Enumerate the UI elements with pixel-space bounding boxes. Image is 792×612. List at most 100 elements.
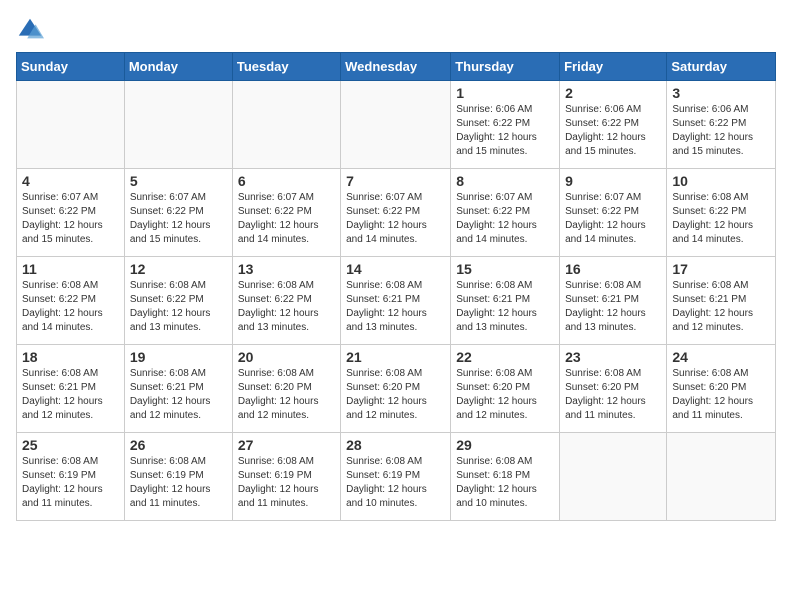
- calendar-cell: 26 Sunrise: 6:08 AM Sunset: 6:19 PM Dayli…: [124, 433, 232, 521]
- calendar-cell: 6Sunrise: 6:07 AM Sunset: 6:22 PM Daylig…: [232, 169, 340, 257]
- day-number: 19: [130, 349, 227, 365]
- calendar-cell: 5 Sunrise: 6:07 AM Sunset: 6:22 PM Daylig…: [124, 169, 232, 257]
- day-info: Sunrise: 6:07 AM Sunset: 6:22 PM Dayligh…: [346, 191, 445, 247]
- day-number: 5: [130, 173, 227, 189]
- day-info: Sunrise: 6:08 AM Sunset: 6:20 PM Dayligh…: [456, 367, 554, 423]
- day-info: Sunrise: 6:07 AM Sunset: 6:22 PM Dayligh…: [456, 191, 554, 247]
- day-number: 2: [565, 85, 661, 101]
- day-number: 11: [22, 261, 119, 277]
- calendar-week-row: 18 Sunrise: 6:08 AM Sunset: 6:21 PM Dayli…: [17, 345, 776, 433]
- day-number: 10: [672, 173, 770, 189]
- calendar-cell: 14 Sunrise: 6:08 AM Sunset: 6:21 PM Dayli…: [341, 257, 451, 345]
- day-number: 26: [130, 437, 227, 453]
- day-info: Sunrise: 6:08 AM Sunset: 6:20 PM Dayligh…: [238, 367, 335, 423]
- calendar-cell: 23 Sunrise: 6:08 AM Sunset: 6:20 PM Dayli…: [560, 345, 667, 433]
- calendar-cell: 16 Sunrise: 6:08 AM Sunset: 6:21 PM Dayli…: [560, 257, 667, 345]
- calendar-cell: 12 Sunrise: 6:08 AM Sunset: 6:22 PM Dayli…: [124, 257, 232, 345]
- calendar-cell: 11 Sunrise: 6:08 AM Sunset: 6:22 PM Dayli…: [17, 257, 125, 345]
- day-info: Sunrise: 6:07 AM Sunset: 6:22 PM Dayligh…: [22, 191, 119, 247]
- day-info: Sunrise: 6:07 AM Sunset: 6:22 PM Dayligh…: [238, 191, 335, 247]
- calendar-cell: 27 Sunrise: 6:08 AM Sunset: 6:19 PM Dayli…: [232, 433, 340, 521]
- day-info: Sunrise: 6:08 AM Sunset: 6:22 PM Dayligh…: [22, 279, 119, 335]
- calendar-cell: 15 Sunrise: 6:08 AM Sunset: 6:21 PM Dayli…: [451, 257, 560, 345]
- calendar-cell: 18 Sunrise: 6:08 AM Sunset: 6:21 PM Dayli…: [17, 345, 125, 433]
- day-info: Sunrise: 6:08 AM Sunset: 6:21 PM Dayligh…: [672, 279, 770, 335]
- calendar-cell: 29 Sunrise: 6:08 AM Sunset: 6:18 PM Dayli…: [451, 433, 560, 521]
- day-number: 4: [22, 173, 119, 189]
- day-info: Sunrise: 6:08 AM Sunset: 6:21 PM Dayligh…: [456, 279, 554, 335]
- logo-icon: [16, 16, 44, 44]
- day-info: Sunrise: 6:08 AM Sunset: 6:21 PM Dayligh…: [565, 279, 661, 335]
- calendar-week-row: 11 Sunrise: 6:08 AM Sunset: 6:22 PM Dayli…: [17, 257, 776, 345]
- day-header-wednesday: Wednesday: [341, 53, 451, 81]
- calendar-cell: 24 Sunrise: 6:08 AM Sunset: 6:20 PM Dayli…: [667, 345, 776, 433]
- day-header-friday: Friday: [560, 53, 667, 81]
- day-number: 3: [672, 85, 770, 101]
- day-number: 8: [456, 173, 554, 189]
- day-info: Sunrise: 6:08 AM Sunset: 6:19 PM Dayligh…: [22, 455, 119, 511]
- day-info: Sunrise: 6:08 AM Sunset: 6:20 PM Dayligh…: [672, 367, 770, 423]
- day-info: Sunrise: 6:08 AM Sunset: 6:19 PM Dayligh…: [238, 455, 335, 511]
- calendar-cell: 1Sunrise: 6:06 AM Sunset: 6:22 PM Daylig…: [451, 81, 560, 169]
- calendar-cell: 21 Sunrise: 6:08 AM Sunset: 6:20 PM Dayli…: [341, 345, 451, 433]
- day-number: 9: [565, 173, 661, 189]
- day-header-saturday: Saturday: [667, 53, 776, 81]
- calendar-cell: 17Sunrise: 6:08 AM Sunset: 6:21 PM Dayli…: [667, 257, 776, 345]
- day-number: 15: [456, 261, 554, 277]
- calendar-cell: 9 Sunrise: 6:07 AM Sunset: 6:22 PM Daylig…: [560, 169, 667, 257]
- calendar-week-row: 25 Sunrise: 6:08 AM Sunset: 6:19 PM Dayli…: [17, 433, 776, 521]
- day-number: 25: [22, 437, 119, 453]
- calendar-cell: 22 Sunrise: 6:08 AM Sunset: 6:20 PM Dayli…: [451, 345, 560, 433]
- day-number: 24: [672, 349, 770, 365]
- calendar-cell: [17, 81, 125, 169]
- day-number: 28: [346, 437, 445, 453]
- day-number: 13: [238, 261, 335, 277]
- day-number: 21: [346, 349, 445, 365]
- day-number: 16: [565, 261, 661, 277]
- calendar-cell: [232, 81, 340, 169]
- day-info: Sunrise: 6:08 AM Sunset: 6:22 PM Dayligh…: [238, 279, 335, 335]
- calendar-cell: 7 Sunrise: 6:07 AM Sunset: 6:22 PM Daylig…: [341, 169, 451, 257]
- day-header-tuesday: Tuesday: [232, 53, 340, 81]
- day-number: 12: [130, 261, 227, 277]
- calendar-cell: [124, 81, 232, 169]
- day-info: Sunrise: 6:08 AM Sunset: 6:21 PM Dayligh…: [130, 367, 227, 423]
- calendar-cell: 8 Sunrise: 6:07 AM Sunset: 6:22 PM Daylig…: [451, 169, 560, 257]
- calendar-cell: [667, 433, 776, 521]
- calendar-cell: 19 Sunrise: 6:08 AM Sunset: 6:21 PM Dayli…: [124, 345, 232, 433]
- day-number: 27: [238, 437, 335, 453]
- day-info: Sunrise: 6:07 AM Sunset: 6:22 PM Dayligh…: [565, 191, 661, 247]
- day-number: 22: [456, 349, 554, 365]
- day-info: Sunrise: 6:08 AM Sunset: 6:20 PM Dayligh…: [565, 367, 661, 423]
- day-number: 7: [346, 173, 445, 189]
- day-info: Sunrise: 6:08 AM Sunset: 6:19 PM Dayligh…: [346, 455, 445, 511]
- logo: [16, 16, 48, 44]
- day-number: 14: [346, 261, 445, 277]
- day-number: 23: [565, 349, 661, 365]
- day-info: Sunrise: 6:08 AM Sunset: 6:22 PM Dayligh…: [672, 191, 770, 247]
- day-info: Sunrise: 6:08 AM Sunset: 6:22 PM Dayligh…: [130, 279, 227, 335]
- day-info: Sunrise: 6:06 AM Sunset: 6:22 PM Dayligh…: [672, 103, 770, 159]
- calendar-table: SundayMondayTuesdayWednesdayThursdayFrid…: [16, 52, 776, 521]
- calendar-cell: 13 Sunrise: 6:08 AM Sunset: 6:22 PM Dayli…: [232, 257, 340, 345]
- day-info: Sunrise: 6:08 AM Sunset: 6:21 PM Dayligh…: [346, 279, 445, 335]
- day-header-thursday: Thursday: [451, 53, 560, 81]
- day-info: Sunrise: 6:08 AM Sunset: 6:19 PM Dayligh…: [130, 455, 227, 511]
- day-info: Sunrise: 6:08 AM Sunset: 6:18 PM Dayligh…: [456, 455, 554, 511]
- day-info: Sunrise: 6:06 AM Sunset: 6:22 PM Dayligh…: [456, 103, 554, 159]
- day-info: Sunrise: 6:08 AM Sunset: 6:21 PM Dayligh…: [22, 367, 119, 423]
- day-info: Sunrise: 6:08 AM Sunset: 6:20 PM Dayligh…: [346, 367, 445, 423]
- day-info: Sunrise: 6:07 AM Sunset: 6:22 PM Dayligh…: [130, 191, 227, 247]
- calendar-cell: 4 Sunrise: 6:07 AM Sunset: 6:22 PM Daylig…: [17, 169, 125, 257]
- day-info: Sunrise: 6:06 AM Sunset: 6:22 PM Dayligh…: [565, 103, 661, 159]
- calendar-cell: [560, 433, 667, 521]
- calendar-cell: 25 Sunrise: 6:08 AM Sunset: 6:19 PM Dayli…: [17, 433, 125, 521]
- calendar-week-row: 1Sunrise: 6:06 AM Sunset: 6:22 PM Daylig…: [17, 81, 776, 169]
- page-header: [16, 16, 776, 44]
- day-number: 20: [238, 349, 335, 365]
- calendar-cell: 28 Sunrise: 6:08 AM Sunset: 6:19 PM Dayli…: [341, 433, 451, 521]
- day-number: 29: [456, 437, 554, 453]
- calendar-cell: 2 Sunrise: 6:06 AM Sunset: 6:22 PM Daylig…: [560, 81, 667, 169]
- calendar-header-row: SundayMondayTuesdayWednesdayThursdayFrid…: [17, 53, 776, 81]
- day-number: 18: [22, 349, 119, 365]
